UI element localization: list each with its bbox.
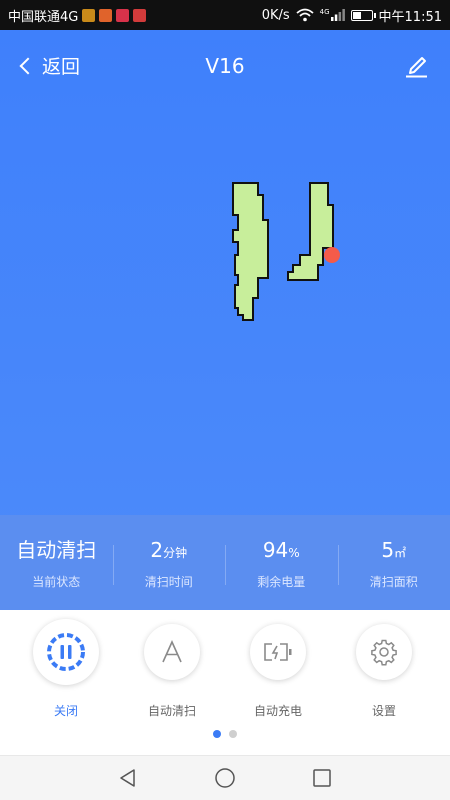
auto-charge-label: 自动充电 xyxy=(253,704,302,718)
power-off-circle xyxy=(33,619,99,685)
gear-icon xyxy=(371,639,397,666)
power-off-button[interactable]: 关闭 xyxy=(11,619,121,719)
robot-position-marker xyxy=(324,247,340,263)
page-title: V16 xyxy=(205,54,245,78)
stat-battery-unit: % xyxy=(288,546,300,560)
auto-clean-label: 自动清扫 xyxy=(147,704,196,718)
settings-circle xyxy=(356,624,412,680)
nav-home-button[interactable] xyxy=(210,763,240,793)
battery-icon xyxy=(350,9,376,21)
stat-area-label: 清扫面积 xyxy=(369,575,418,589)
wifi-icon xyxy=(296,8,314,22)
network-speed: 0K/s xyxy=(261,7,290,23)
stat-status-value: 自动清扫 xyxy=(16,538,97,562)
stat-clean-time-value: 2 xyxy=(150,538,164,562)
power-off-label: 关闭 xyxy=(53,704,78,718)
nav-recents-button[interactable] xyxy=(307,763,337,793)
nav-back-button[interactable] xyxy=(113,763,143,793)
status-bar: 中国联通4G 0K/s 4G 中午11:51 xyxy=(0,0,450,30)
app-notification-icon xyxy=(99,8,113,22)
carrier-label: 中国联通4G xyxy=(8,9,79,25)
app-header: 返回 V16 xyxy=(0,30,450,102)
page-indicator xyxy=(0,730,450,738)
auto-charge-circle xyxy=(250,624,306,680)
stat-battery: 94% 剩余电量 xyxy=(225,535,338,590)
map-panel: 返回 V16 自动清扫 当前状态 2分钟 清扫时间 94% 剩余电量 5㎡ 清扫… xyxy=(0,30,450,610)
stats-strip: 自动清扫 当前状态 2分钟 清扫时间 94% 剩余电量 5㎡ 清扫面积 xyxy=(0,515,450,610)
stat-clean-time: 2分钟 清扫时间 xyxy=(112,535,226,590)
auto-clean-button[interactable]: 自动清扫 xyxy=(117,624,227,719)
cleaned-area-right xyxy=(287,182,334,281)
letter-a-icon xyxy=(162,640,182,663)
settings-button[interactable]: 设置 xyxy=(329,624,439,719)
auto-charge-button[interactable]: 自动充电 xyxy=(223,624,333,719)
cleaning-map xyxy=(232,182,340,321)
triangle-back-icon xyxy=(120,769,136,787)
signal-type-label: 4G xyxy=(319,8,330,16)
stat-area: 5㎡ 清扫面积 xyxy=(337,535,450,590)
cleaned-area-left xyxy=(232,182,269,321)
clock: 中午11:51 xyxy=(378,9,442,25)
app-notification-icon xyxy=(133,8,147,22)
pause-icon xyxy=(47,633,85,671)
app-notification-icon xyxy=(82,8,96,22)
stat-battery-label: 剩余电量 xyxy=(257,575,306,589)
stat-clean-time-unit: 分钟 xyxy=(163,546,188,560)
square-recents-icon xyxy=(312,769,331,787)
stat-status: 自动清扫 当前状态 xyxy=(0,535,113,590)
stat-area-unit: ㎡ xyxy=(394,546,407,560)
cellular-signal-icon xyxy=(330,9,345,21)
auto-clean-circle xyxy=(144,624,200,680)
charging-battery-icon xyxy=(264,643,292,661)
app-notification-icon xyxy=(116,8,130,22)
edit-pencil-icon[interactable] xyxy=(402,52,430,80)
stat-clean-time-label: 清扫时间 xyxy=(144,575,193,589)
control-panel: 关闭 自动清扫 自动充电 设置 xyxy=(0,610,450,755)
system-nav-bar xyxy=(0,755,450,800)
stat-battery-value: 94 xyxy=(262,538,289,562)
page-dot[interactable] xyxy=(229,730,237,738)
stat-area-value: 5 xyxy=(381,538,395,562)
page-dot-active[interactable] xyxy=(213,730,221,738)
circle-home-icon xyxy=(215,768,235,788)
stat-status-label: 当前状态 xyxy=(32,575,81,589)
settings-label: 设置 xyxy=(371,704,396,718)
